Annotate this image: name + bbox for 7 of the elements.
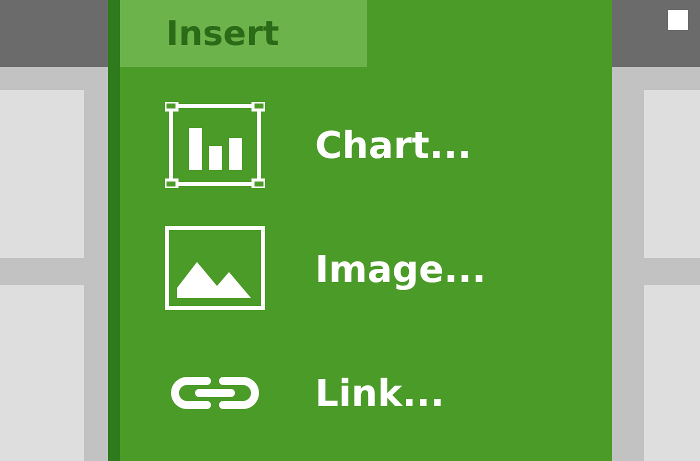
image-icon — [165, 226, 265, 312]
window-button[interactable] — [668, 10, 688, 30]
menu-item[interactable]: Chart... — [315, 124, 472, 166]
menu-tab[interactable]: Insert — [120, 0, 367, 67]
menu-item[interactable]: Link... — [315, 372, 444, 414]
menu-item[interactable]: Image... — [315, 248, 486, 290]
chart-icon — [165, 102, 265, 188]
